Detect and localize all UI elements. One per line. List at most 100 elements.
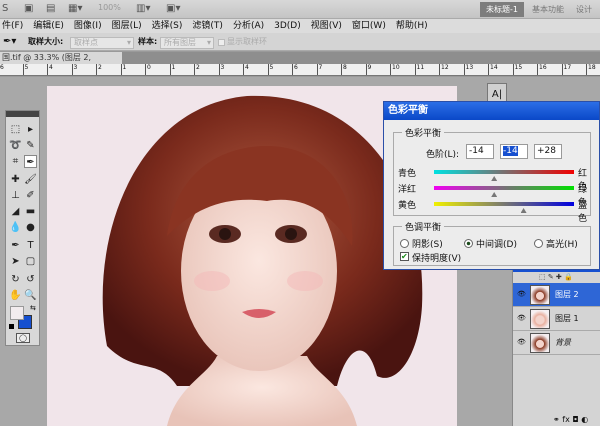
yellow-blue-slider[interactable] — [434, 202, 574, 206]
preserve-luminosity-checkbox[interactable]: ✔ — [400, 252, 409, 261]
ruler-label: 6 — [0, 64, 4, 75]
menu-analysis[interactable]: 分析(A) — [233, 19, 264, 33]
ruler-label: 5 — [22, 64, 28, 75]
healing-brush-tool-icon[interactable]: ✚ — [9, 173, 22, 186]
view-extras-icon[interactable]: ▦▾ — [68, 3, 82, 16]
level-cyan-red-input[interactable]: -14 — [466, 144, 494, 159]
shadows-radio[interactable] — [400, 239, 409, 248]
magenta-green-slider-thumb[interactable] — [491, 192, 498, 197]
shadows-label: 阴影(S) — [412, 240, 443, 250]
zoom-tool-icon[interactable]: 🔍 — [24, 289, 37, 302]
workspace-essentials[interactable]: 基本功能 — [532, 4, 564, 15]
visibility-eye-icon[interactable]: 👁 — [517, 314, 526, 322]
midtones-radio[interactable] — [464, 239, 473, 248]
visibility-eye-icon[interactable]: 👁 — [517, 338, 526, 346]
document-tab[interactable]: 国.tif @ 33.3% (图层 2, RGB/8#) * × — [0, 52, 122, 75]
tools-panel-header[interactable] — [6, 111, 39, 117]
clone-stamp-tool-icon[interactable]: ⊥ — [9, 189, 22, 202]
blur-tool-icon[interactable]: 💧 — [9, 221, 22, 234]
level-magenta-green-input[interactable]: -14 — [500, 144, 528, 159]
gradient-tool-icon[interactable]: ▬ — [24, 205, 37, 218]
path-selection-tool-icon[interactable]: ➤ — [9, 255, 22, 268]
brush-tool-icon[interactable]: 🖌 — [24, 173, 37, 186]
show-ring-checkbox[interactable] — [218, 39, 225, 46]
menu-help[interactable]: 帮助(H) — [396, 19, 428, 33]
menu-file[interactable]: 件(F) — [2, 19, 23, 33]
workspace-design[interactable]: 设计 — [576, 4, 592, 15]
screen-mode-icon[interactable]: ▣▾ — [166, 3, 180, 16]
ruler-label: 10 — [390, 64, 400, 75]
layer-thumbnail — [530, 285, 550, 305]
layer-row[interactable]: 👁 图层 1 — [513, 307, 600, 331]
eraser-tool-icon[interactable]: ◢ — [9, 205, 22, 218]
visibility-eye-icon[interactable]: 👁 — [517, 290, 526, 298]
sample-value: 所有图层 — [164, 38, 196, 47]
layer-name[interactable]: 图层 2 — [555, 289, 579, 300]
menu-image[interactable]: 图像(I) — [74, 19, 102, 33]
tools-panel: ⬚ ▸ ➰ ✎ ⌗ ✒ ✚ 🖌 ⊥ ✐ ◢ ▬ 💧 ● ✒ T ➤ ▢ ↻ ↺ … — [5, 110, 40, 346]
move-tool-icon[interactable]: ▸ — [24, 123, 37, 136]
ruler-label: 18 — [586, 64, 596, 75]
ruler-label: 12 — [439, 64, 449, 75]
arrange-documents-icon[interactable]: ▥▾ — [136, 3, 150, 16]
workspace-active-button[interactable]: 未标题-1 — [480, 2, 524, 17]
menu-select[interactable]: 选择(S) — [152, 19, 183, 33]
ruler-label: 2 — [194, 64, 200, 75]
marquee-tool-icon[interactable]: ⬚ — [9, 123, 22, 136]
cyan-red-slider-thumb[interactable] — [491, 176, 498, 181]
eyedropper-tool-icon[interactable]: ✒ — [24, 155, 37, 168]
ruler-label: 1 — [120, 64, 126, 75]
color-balance-dialog: 色彩平衡 色彩平衡 色阶(L): -14 -14 +28 青色 红色 洋红 绿色… — [383, 101, 600, 270]
lasso-tool-icon[interactable]: ➰ — [9, 139, 22, 152]
menu-3d[interactable]: 3D(D) — [274, 19, 301, 33]
menu-edit[interactable]: 编辑(E) — [33, 19, 64, 33]
cyan-red-slider[interactable] — [434, 170, 574, 174]
level-yellow-blue-input[interactable]: +28 — [534, 144, 562, 159]
ps-logo-fragment: S — [2, 3, 9, 14]
layer-footer-icons[interactable]: ⚭ fx ◘ ◐ — [553, 415, 588, 424]
3d-orbit-tool-icon[interactable]: ↺ — [24, 273, 37, 286]
ruler-label: 4 — [243, 64, 249, 75]
layer-thumbnail — [530, 333, 550, 353]
type-tool-icon[interactable]: T — [24, 239, 37, 252]
layer-row[interactable]: 👁 图层 2 — [513, 283, 600, 307]
default-colors-icon[interactable] — [9, 324, 14, 329]
menu-window[interactable]: 窗口(W) — [352, 19, 386, 33]
ruler-label: 2 — [96, 64, 102, 75]
3d-rotate-tool-icon[interactable]: ↻ — [9, 273, 22, 286]
sample-select[interactable]: 所有图层 ▾ — [160, 37, 214, 49]
bridge-icon[interactable]: ▣ — [24, 3, 33, 16]
mini-bridge-icon[interactable]: ▤ — [46, 3, 55, 16]
sample-label: 样本: — [138, 37, 158, 46]
highlights-radio[interactable] — [534, 239, 543, 248]
ruler-label: 9 — [365, 64, 371, 75]
ruler-label: 16 — [537, 64, 547, 75]
foreground-color-swatch[interactable] — [10, 306, 24, 320]
swap-colors-icon[interactable]: ⇆ — [30, 304, 36, 312]
menu-view[interactable]: 视图(V) — [311, 19, 342, 33]
shape-tool-icon[interactable]: ▢ — [24, 255, 37, 268]
layer-row[interactable]: 👁 背景 — [513, 331, 600, 355]
yellow-label: 黄色 — [398, 201, 417, 211]
ruler-label: 3 — [71, 64, 77, 75]
sample-size-select[interactable]: 取样点 ▾ — [70, 37, 134, 49]
magenta-green-slider[interactable] — [434, 186, 574, 190]
quick-mask-icon[interactable]: ◯ — [16, 333, 30, 343]
menu-layer[interactable]: 图层(L) — [112, 19, 142, 33]
pen-tool-icon[interactable]: ✒ — [9, 239, 22, 252]
menu-filter[interactable]: 滤镜(T) — [192, 19, 223, 33]
dodge-tool-icon[interactable]: ● — [24, 221, 37, 234]
layer-name[interactable]: 背景 — [555, 337, 571, 348]
history-brush-tool-icon[interactable]: ✐ — [24, 189, 37, 202]
yellow-blue-slider-thumb[interactable] — [520, 208, 527, 213]
dialog-title[interactable]: 色彩平衡 — [384, 102, 599, 120]
layer-lock-icons[interactable]: ⬚ ✎ ✚ 🔒 — [539, 273, 573, 281]
hand-tool-icon[interactable]: ✋ — [9, 289, 22, 302]
color-balance-group: 色彩平衡 色阶(L): -14 -14 +28 青色 红色 洋红 绿色 黄色 蓝… — [393, 126, 591, 224]
ruler-label: 0 — [145, 64, 151, 75]
quick-select-tool-icon[interactable]: ✎ — [24, 139, 37, 152]
layer-name[interactable]: 图层 1 — [555, 313, 579, 324]
eyedropper-preset-icon[interactable]: ✒▾ — [3, 33, 16, 51]
crop-tool-icon[interactable]: ⌗ — [9, 155, 22, 168]
zoom-level[interactable]: 100% — [98, 3, 121, 16]
